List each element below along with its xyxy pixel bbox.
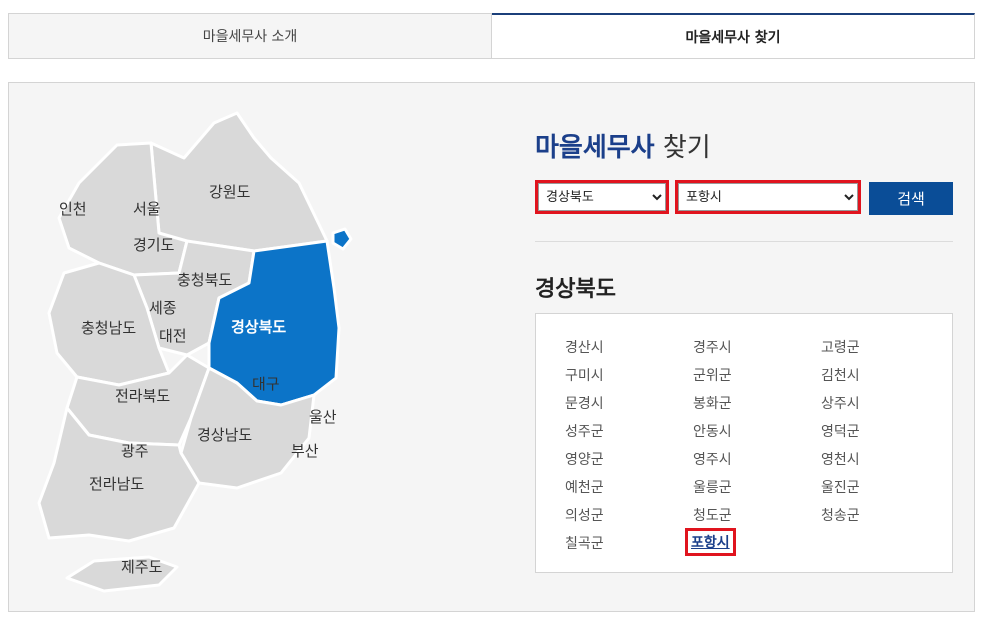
city-link[interactable]: 봉화군	[693, 393, 732, 413]
map-label-chungnam[interactable]: 충청남도	[81, 319, 136, 337]
map-label-gyeongnam[interactable]: 경상남도	[197, 426, 252, 444]
city-link[interactable]: 영천시	[821, 449, 860, 469]
title-highlight: 마을세무사	[535, 133, 655, 163]
city-link[interactable]: 영덕군	[821, 421, 860, 441]
city-link[interactable]: 김천시	[821, 365, 860, 385]
city-link[interactable]: 영양군	[565, 449, 604, 469]
city-link[interactable]: 군위군	[693, 365, 732, 385]
map-label-jeonnam[interactable]: 전라남도	[89, 475, 144, 493]
map-label-gangwon[interactable]: 강원도	[209, 183, 251, 201]
region-title: 경상북도	[535, 277, 616, 302]
city-link[interactable]: 구미시	[565, 365, 604, 385]
city-link[interactable]: 안동시	[693, 421, 732, 441]
city-link[interactable]: 성주군	[565, 421, 604, 441]
map-label-daegu[interactable]: 대구	[252, 375, 280, 393]
korea-map: 인천 서울 강원도 경기도 충청북도 세종 충청남도 대전 경상북도 대구 전라…	[37, 111, 353, 593]
tab-find-tax-accountant[interactable]: 마을세무사 찾기	[492, 13, 975, 59]
tab-introduction[interactable]: 마을세무사 소개	[8, 13, 492, 59]
map-label-incheon[interactable]: 인천	[59, 200, 87, 218]
map-label-seoul[interactable]: 서울	[133, 200, 161, 218]
title-rest: 찾기	[662, 133, 711, 163]
map-label-chungbuk[interactable]: 충청북도	[177, 271, 232, 289]
map-label-jeonbuk[interactable]: 전라북도	[115, 387, 170, 405]
map-label-jeju[interactable]: 제주도	[121, 558, 163, 576]
city-link[interactable]: 문경시	[565, 393, 604, 413]
city-link[interactable]: 경산시	[565, 337, 604, 357]
city-link[interactable]: 경주시	[693, 337, 732, 357]
tab-bar: 마을세무사 소개 마을세무사 찾기	[8, 13, 975, 59]
map-label-gyeongbuk[interactable]: 경상북도	[231, 318, 286, 336]
region-gangwon[interactable]	[149, 111, 329, 253]
map-label-daejeon[interactable]: 대전	[159, 327, 187, 345]
city-select[interactable]: 포항시	[678, 183, 858, 211]
divider	[535, 241, 953, 242]
city-list: 경산시 경주시 고령군 구미시 군위군 김천시 문경시 봉화군 상주시 성주군 …	[535, 313, 953, 573]
map-label-sejong[interactable]: 세종	[149, 299, 177, 317]
region-ulleungdo[interactable]	[331, 227, 353, 251]
city-link-selected[interactable]: 포항시	[685, 528, 736, 556]
map-label-ulsan[interactable]: 울산	[309, 408, 337, 426]
province-select-highlight: 경상북도	[535, 180, 669, 214]
city-link[interactable]: 울진군	[821, 477, 860, 497]
page-title: 마을세무사 찾기	[535, 127, 711, 164]
city-link[interactable]: 예천군	[565, 477, 604, 497]
city-link[interactable]: 의성군	[565, 505, 604, 525]
finder-panel: 인천 서울 강원도 경기도 충청북도 세종 충청남도 대전 경상북도 대구 전라…	[8, 82, 975, 612]
province-select[interactable]: 경상북도	[538, 183, 666, 211]
city-link[interactable]: 울릉군	[693, 477, 732, 497]
city-link[interactable]: 칠곡군	[565, 533, 604, 553]
map-label-gyeonggi[interactable]: 경기도	[133, 236, 175, 254]
city-link[interactable]: 청송군	[821, 505, 860, 525]
city-link[interactable]: 영주시	[693, 449, 732, 469]
city-select-highlight: 포항시	[675, 180, 861, 214]
city-link[interactable]: 상주시	[821, 393, 860, 413]
finder-section: 마을세무사 찾기 경상북도 포항시 검색 경상북도 경산시 경주시 고령군 구미…	[535, 83, 955, 611]
map-label-busan[interactable]: 부산	[291, 442, 319, 460]
search-button[interactable]: 검색	[869, 182, 953, 215]
map-label-gwangju[interactable]: 광주	[121, 442, 149, 460]
city-link[interactable]: 청도군	[693, 505, 732, 525]
city-link[interactable]: 고령군	[821, 337, 860, 357]
